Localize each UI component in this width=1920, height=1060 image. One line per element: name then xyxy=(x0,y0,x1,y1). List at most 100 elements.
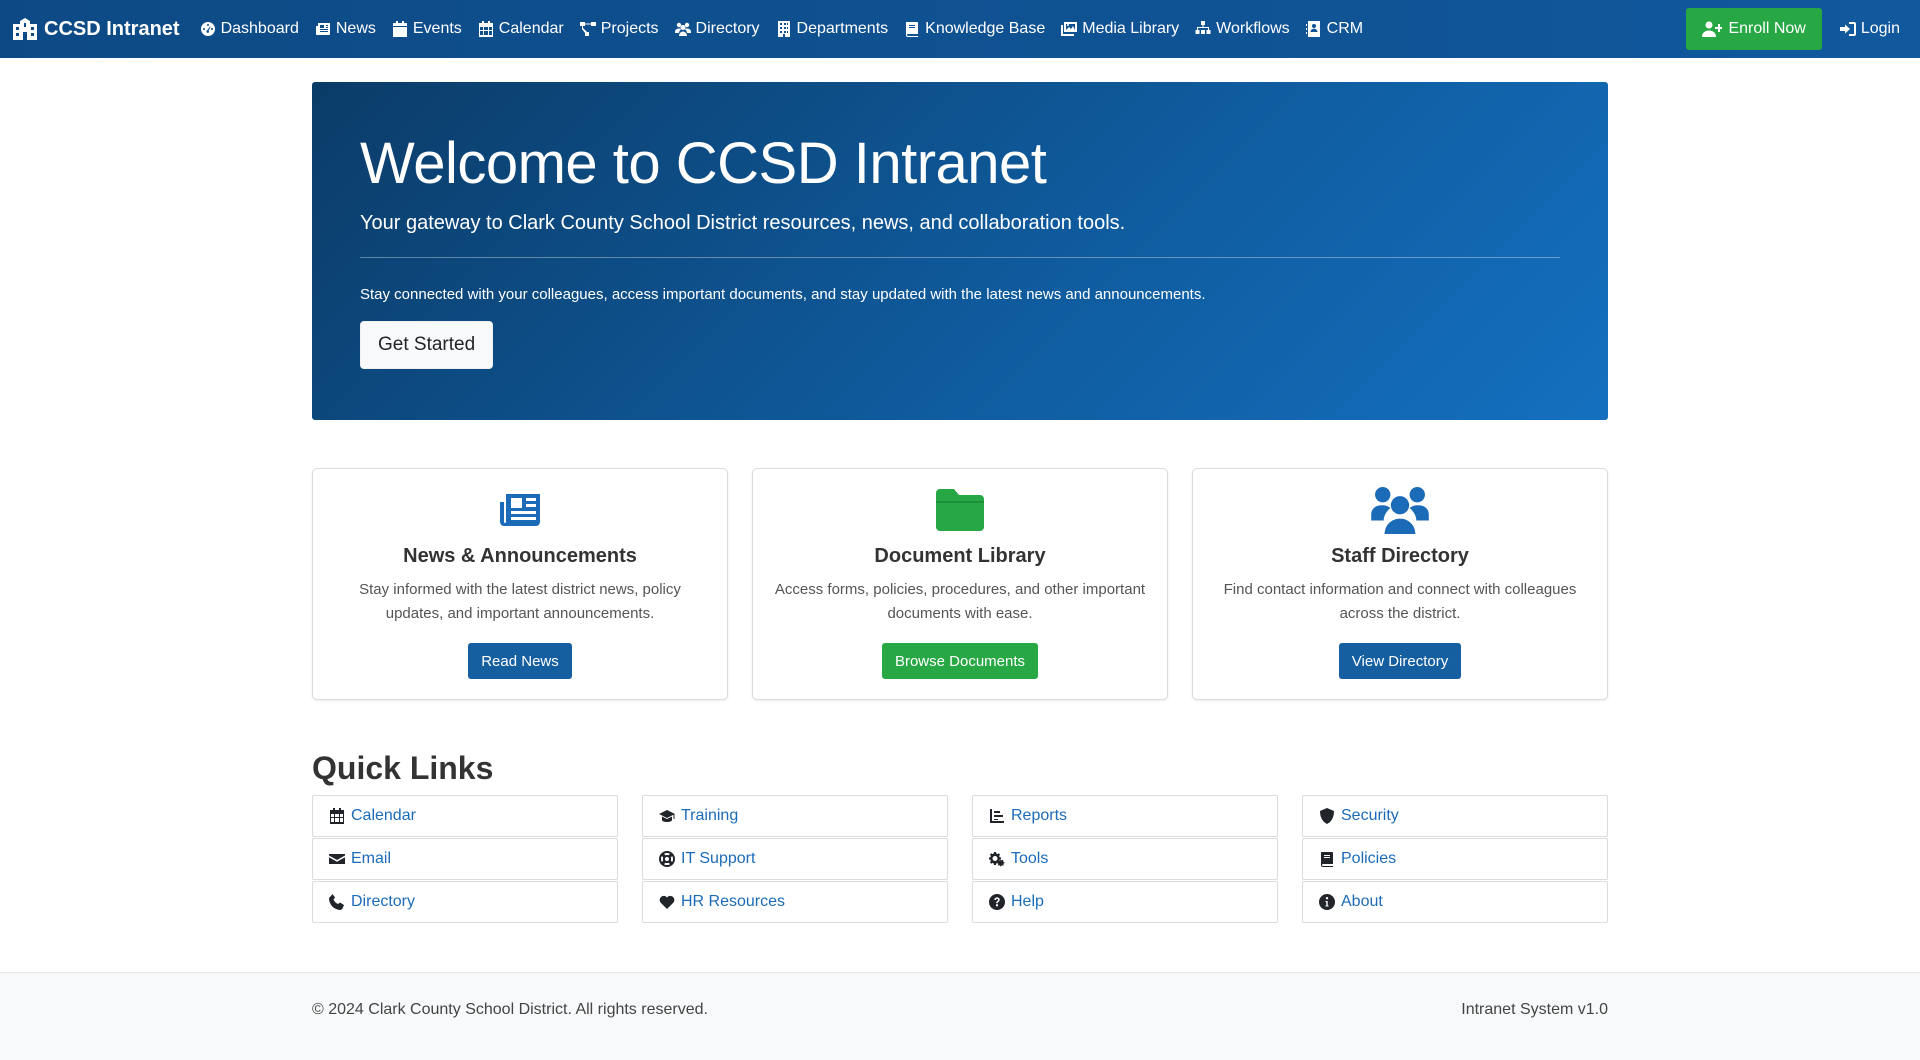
quick-link-label: Security xyxy=(1341,807,1399,824)
nav-calendar[interactable]: Calendar xyxy=(470,20,572,38)
quick-link-label: Help xyxy=(1011,893,1044,910)
card-staff-directory-title: Staff Directory xyxy=(1331,545,1469,567)
nav-workflows[interactable]: Workflows xyxy=(1187,20,1298,38)
nav-media-library[interactable]: Media Library xyxy=(1053,20,1187,38)
nav-calendar-label: Calendar xyxy=(498,20,564,37)
feature-cards: News & Announcements Stay informed with … xyxy=(312,468,1608,700)
folder-icon xyxy=(936,489,984,531)
project-diagram-icon xyxy=(579,22,596,36)
address-card-icon xyxy=(1305,21,1320,37)
quick-link-tools[interactable]: Tools xyxy=(972,838,1278,880)
gears-icon xyxy=(989,852,1005,867)
nav-departments[interactable]: Departments xyxy=(768,20,897,38)
nav-menu: Dashboard News Events Calendar Projects … xyxy=(192,20,1372,38)
user-plus-icon xyxy=(1702,21,1723,37)
hero-jumbotron: Welcome to CCSD Intranet Your gateway to… xyxy=(312,82,1608,420)
card-documents-title: Document Library xyxy=(874,545,1046,567)
newspaper-icon xyxy=(500,494,540,526)
envelope-icon xyxy=(329,854,345,864)
quick-link-email[interactable]: Email xyxy=(312,838,618,880)
quick-link-policies[interactable]: Policies xyxy=(1302,838,1608,880)
card-news-title: News & Announcements xyxy=(403,545,637,567)
nav-workflows-label: Workflows xyxy=(1216,20,1290,37)
quick-link-calendar[interactable]: Calendar xyxy=(312,795,618,837)
quick-link-reports[interactable]: Reports xyxy=(972,795,1278,837)
quick-link-directory[interactable]: Directory xyxy=(312,881,618,923)
nav-knowledge-base-label: Knowledge Base xyxy=(925,20,1046,37)
nav-directory[interactable]: Directory xyxy=(667,20,768,38)
quick-link-label: IT Support xyxy=(681,850,756,867)
building-icon xyxy=(777,21,790,37)
quick-link-label: Directory xyxy=(351,893,416,910)
card-staff-directory-text: Find contact information and connect wit… xyxy=(1223,581,1577,622)
card-staff-directory: Staff Directory Find contact information… xyxy=(1192,468,1608,700)
chart-icon xyxy=(990,809,1004,823)
quick-link-label: Tools xyxy=(1011,850,1049,867)
top-navbar: CCSD Intranet Dashboard News Events Cale… xyxy=(0,0,1920,58)
quick-links-title: Quick Links xyxy=(312,750,494,786)
sign-in-icon xyxy=(1839,22,1856,36)
calendar-icon xyxy=(330,808,344,824)
graduation-cap-icon xyxy=(659,810,675,822)
card-news: News & Announcements Stay informed with … xyxy=(312,468,728,700)
quick-link-security[interactable]: Security xyxy=(1302,795,1608,837)
nav-dashboard[interactable]: Dashboard xyxy=(192,20,307,38)
quick-link-label: About xyxy=(1341,893,1383,910)
hero-divider xyxy=(360,256,1560,258)
question-circle-icon xyxy=(989,894,1005,910)
quick-link-hr-resources[interactable]: HR Resources xyxy=(642,881,948,923)
view-directory-button[interactable]: View Directory xyxy=(1338,643,1462,679)
info-circle-icon xyxy=(1319,894,1335,910)
nav-directory-label: Directory xyxy=(695,20,760,37)
calendar-event-icon xyxy=(392,21,407,37)
calendar-icon xyxy=(478,21,493,37)
nav-actions: Enroll Now Login xyxy=(1686,8,1908,50)
login-label: Login xyxy=(1860,20,1900,37)
footer-copyright: © 2024 Clark County School District. All… xyxy=(312,1001,708,1018)
newspaper-icon xyxy=(315,23,330,35)
enroll-now-button[interactable]: Enroll Now xyxy=(1686,8,1822,50)
nav-events-label: Events xyxy=(412,20,462,37)
page-footer: © 2024 Clark County School District. All… xyxy=(0,972,1920,1060)
sitemap-icon xyxy=(1195,21,1211,34)
browse-documents-button[interactable]: Browse Documents xyxy=(881,643,1039,679)
nav-departments-label: Departments xyxy=(796,20,889,37)
quick-link-label: Policies xyxy=(1341,850,1397,867)
heart-icon xyxy=(659,895,675,909)
nav-media-library-label: Media Library xyxy=(1082,20,1180,37)
nav-crm[interactable]: CRM xyxy=(1298,20,1371,38)
quick-link-label: HR Resources xyxy=(681,893,786,910)
quick-link-label: Reports xyxy=(1011,807,1068,824)
card-news-text: Stay informed with the latest district n… xyxy=(359,581,681,622)
card-documents: Document Library Access forms, policies,… xyxy=(752,468,1168,700)
dashboard-icon xyxy=(200,22,215,36)
brand-name: CCSD Intranet xyxy=(44,17,180,40)
quick-link-it-support[interactable]: IT Support xyxy=(642,838,948,880)
get-started-button[interactable]: Get Started xyxy=(360,320,494,369)
quick-link-about[interactable]: About xyxy=(1302,881,1608,923)
hero-subtitle: Your gateway to Clark County School Dist… xyxy=(360,211,1126,234)
nav-projects[interactable]: Projects xyxy=(572,20,667,38)
users-icon xyxy=(674,22,691,36)
card-documents-text: Access forms, policies, procedures, and … xyxy=(774,581,1146,622)
book-icon xyxy=(1321,852,1333,867)
photo-icon xyxy=(1061,22,1078,36)
nav-events[interactable]: Events xyxy=(384,20,470,38)
hero-text: Stay connected with your colleagues, acc… xyxy=(360,285,1206,303)
school-icon xyxy=(13,18,37,40)
quick-link-label: Email xyxy=(351,850,392,867)
book-icon xyxy=(906,22,919,37)
login-link[interactable]: Login xyxy=(1836,20,1908,38)
quick-link-help[interactable]: Help xyxy=(972,881,1278,923)
nav-news[interactable]: News xyxy=(307,20,384,38)
nav-crm-label: CRM xyxy=(1326,20,1364,37)
brand-logo[interactable]: CCSD Intranet xyxy=(12,18,180,41)
read-news-button[interactable]: Read News xyxy=(468,643,572,679)
users-icon xyxy=(1371,486,1429,534)
nav-knowledge-base[interactable]: Knowledge Base xyxy=(896,20,1053,38)
quick-links-grid: Calendar Training Reports Security Email… xyxy=(312,795,1608,923)
enroll-now-label: Enroll Now xyxy=(1728,20,1806,37)
hero-title: Welcome to CCSD Intranet xyxy=(360,131,1047,196)
quick-link-label: Training xyxy=(681,807,739,824)
quick-link-training[interactable]: Training xyxy=(642,795,948,837)
